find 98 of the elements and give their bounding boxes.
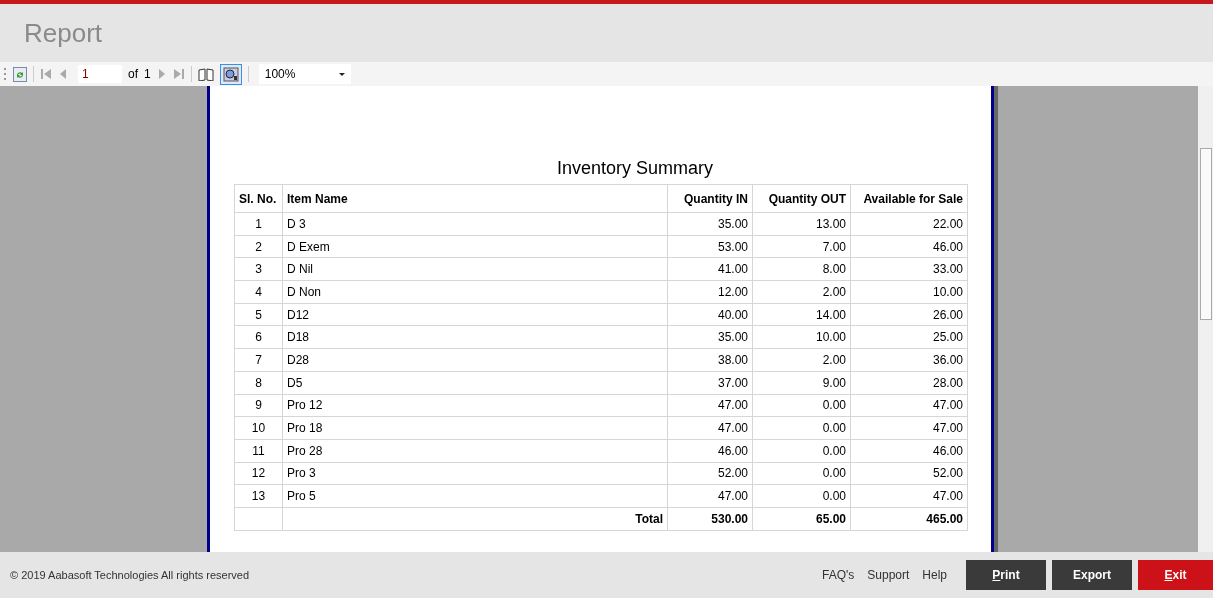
table-cell: 33.00	[850, 257, 968, 281]
zoom-dropdown[interactable]: 100%	[258, 64, 351, 84]
column-header: Available for Sale	[850, 184, 968, 213]
total-cell: 65.00	[752, 507, 851, 531]
table-cell: 35.00	[667, 212, 753, 236]
table-cell: D Non	[282, 280, 668, 304]
table-cell: 0.00	[752, 462, 851, 485]
column-header: Quantity IN	[667, 184, 753, 213]
magnifier-page-icon	[222, 66, 239, 82]
table-cell: 47.00	[667, 394, 753, 417]
table-cell: 46.00	[667, 439, 753, 463]
column-header: Quantity OUT	[752, 184, 851, 213]
table-cell: 10	[234, 416, 283, 440]
table-cell: Pro 12	[282, 394, 668, 417]
table-cell: 53.00	[667, 235, 753, 258]
table-cell: 47.00	[667, 416, 753, 440]
table-cell: 47.00	[667, 484, 753, 508]
book-icon[interactable]	[197, 67, 214, 81]
table-cell: D12	[282, 303, 668, 326]
table-cell: 35.00	[667, 325, 753, 349]
table-cell: 47.00	[850, 416, 968, 440]
table-cell: 46.00	[850, 235, 968, 258]
next-page-icon[interactable]	[156, 68, 167, 80]
table-cell: Pro 18	[282, 416, 668, 440]
table-cell: D18	[282, 325, 668, 349]
table-cell: 8	[234, 371, 283, 394]
footer-link[interactable]: Help	[922, 568, 947, 582]
footer-button[interactable]: Export	[1052, 560, 1132, 590]
table-cell: 25.00	[850, 325, 968, 349]
table-cell: 12.00	[667, 280, 753, 304]
footer-link[interactable]: Support	[867, 568, 910, 582]
table-cell: 9.00	[752, 371, 851, 394]
table-cell: 13.00	[752, 212, 851, 236]
table-cell: 38.00	[667, 348, 753, 372]
table-cell: 6	[234, 325, 283, 349]
table-cell: 4	[234, 280, 283, 304]
table-cell: 1	[234, 212, 283, 236]
table-cell: 36.00	[850, 348, 968, 372]
table-cell: D 3	[282, 212, 668, 236]
exit-button[interactable]: Exit	[1138, 560, 1213, 590]
table-cell: 2	[234, 235, 283, 258]
page-count: 1	[144, 67, 151, 81]
table-cell: 13	[234, 484, 283, 508]
refresh-icon[interactable]	[13, 66, 27, 82]
table-cell: 10.00	[850, 280, 968, 304]
first-page-icon[interactable]	[40, 68, 52, 80]
table-cell: D5	[282, 371, 668, 394]
table-cell: 47.00	[850, 394, 968, 417]
table-cell: 28.00	[850, 371, 968, 394]
report-title: Inventory Summary	[555, 158, 715, 179]
table-cell: 22.00	[850, 212, 968, 236]
table-cell: Pro 28	[282, 439, 668, 463]
column-header: Item Name	[282, 184, 668, 213]
table-cell: 41.00	[667, 257, 753, 281]
table-cell: 7.00	[752, 235, 851, 258]
table-cell: Pro 3	[282, 462, 668, 485]
total-cell: 465.00	[850, 507, 968, 531]
page-number-field[interactable]: 1	[78, 65, 122, 83]
table-cell: 9	[234, 394, 283, 417]
table-cell: 7	[234, 348, 283, 372]
total-label: Total	[282, 507, 668, 531]
table-cell: 10.00	[752, 325, 851, 349]
last-page-icon[interactable]	[172, 68, 185, 80]
table-cell: 2.00	[752, 280, 851, 304]
table-cell: 52.00	[667, 462, 753, 485]
grip-icon	[4, 67, 7, 81]
previous-page-icon[interactable]	[58, 68, 68, 80]
of-label: of	[128, 67, 138, 81]
scrollbar[interactable]	[1198, 86, 1213, 552]
table-cell: 0.00	[752, 439, 851, 463]
table-cell: 46.00	[850, 439, 968, 463]
table-cell: 5	[234, 303, 283, 326]
table-cell: D28	[282, 348, 668, 372]
print-layout-button[interactable]	[219, 63, 242, 85]
table-cell: 26.00	[850, 303, 968, 326]
table-cell: 47.00	[850, 484, 968, 508]
table-cell: Pro 5	[282, 484, 668, 508]
copyright-text: © 2019 Aabasoft Technologies All rights reserved	[10, 569, 250, 581]
table-cell: 12	[234, 462, 283, 485]
footer-button[interactable]: Print	[966, 560, 1046, 590]
table-cell: 0.00	[752, 416, 851, 440]
table-cell: 3	[234, 257, 283, 281]
table-cell: 40.00	[667, 303, 753, 326]
caret-icon	[338, 72, 345, 76]
table-cell: 52.00	[850, 462, 968, 485]
table-cell: D Nil	[282, 257, 668, 281]
table-cell: 8.00	[752, 257, 851, 281]
table-cell: D Exem	[282, 235, 668, 258]
table-cell: 0.00	[752, 394, 851, 417]
table-cell: 14.00	[752, 303, 851, 326]
table-cell: 2.00	[752, 348, 851, 372]
column-header: Sl. No.	[234, 184, 283, 213]
page-title: Report	[24, 17, 103, 49]
table-cell: 37.00	[667, 371, 753, 394]
total-cell: 530.00	[667, 507, 753, 531]
footer-link[interactable]: FAQ's	[822, 568, 855, 582]
table-cell: 0.00	[752, 484, 851, 508]
table-cell: 11	[234, 439, 283, 463]
